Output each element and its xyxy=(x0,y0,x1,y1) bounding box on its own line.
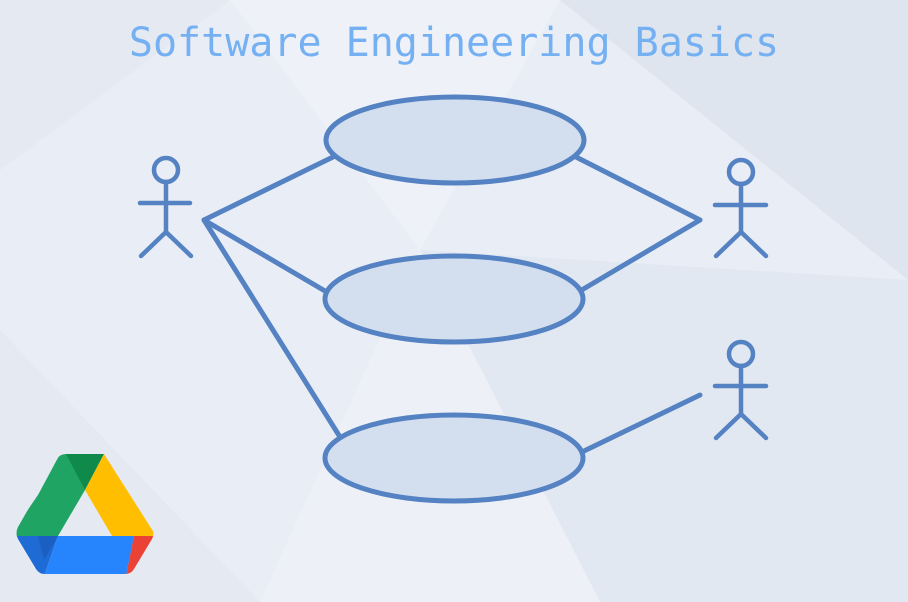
actor-left xyxy=(137,155,194,259)
actor-right-top xyxy=(712,157,769,259)
association-left-uc3 xyxy=(201,217,343,440)
google-drive-icon xyxy=(16,454,154,574)
association-left-uc2 xyxy=(201,217,328,294)
use-case-1 xyxy=(323,94,587,186)
use-case-2 xyxy=(322,253,586,345)
association-rightbottom-uc3 xyxy=(581,392,703,454)
actor-right-bottom xyxy=(712,339,769,441)
association-righttop-uc2 xyxy=(577,217,703,294)
use-case-3 xyxy=(322,412,586,504)
slide-canvas: Software Engineering Basics xyxy=(0,0,908,602)
association-left-uc1 xyxy=(201,153,338,223)
association-righttop-uc1 xyxy=(573,154,703,223)
